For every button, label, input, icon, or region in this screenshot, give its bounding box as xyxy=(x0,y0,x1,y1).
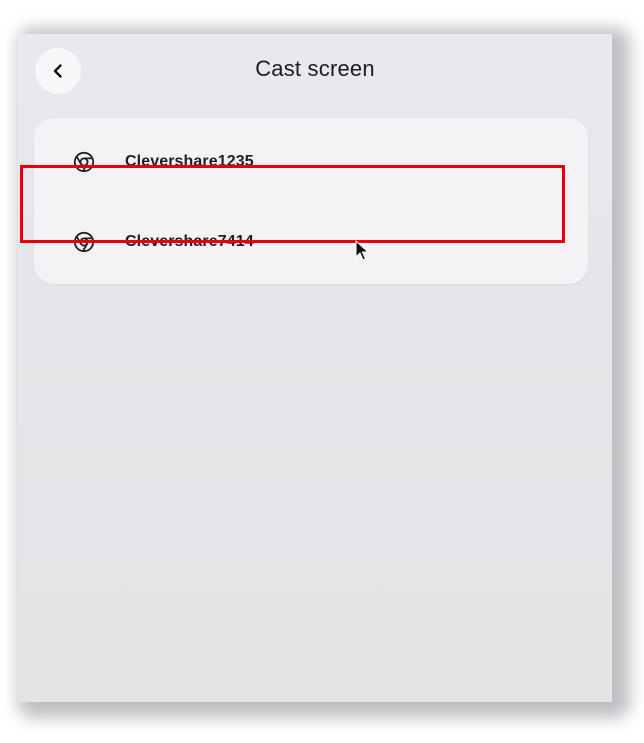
cast-screen-panel: Cast screen Clevershare1235 Clevershare7… xyxy=(18,34,612,702)
chrome-cast-icon xyxy=(73,231,95,253)
screen: Cast screen Clevershare1235 Clevershare7… xyxy=(0,0,644,743)
chrome-cast-icon xyxy=(73,151,95,173)
header: Cast screen xyxy=(18,34,612,104)
mouse-pointer-icon xyxy=(355,240,369,261)
device-item-clevershare1235[interactable]: Clevershare1235 xyxy=(34,122,588,202)
page-title: Cast screen xyxy=(255,56,375,81)
device-label: Clevershare7414 xyxy=(125,233,254,250)
device-list: Clevershare1235 Clevershare7414 xyxy=(34,118,588,284)
device-item-clevershare7414[interactable]: Clevershare7414 xyxy=(34,202,588,282)
device-label: Clevershare1235 xyxy=(125,153,254,170)
